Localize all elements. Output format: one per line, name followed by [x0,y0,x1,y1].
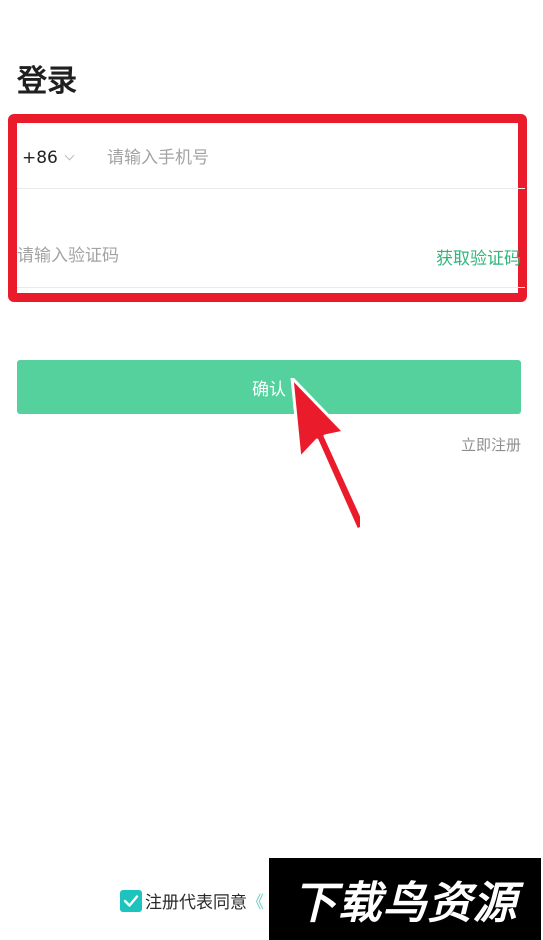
checkmark-icon [123,894,139,907]
country-code-label: +86 [22,148,58,168]
get-code-button[interactable]: 获取验证码 [436,244,521,269]
agreement-text: 注册代表同意 [145,893,247,913]
login-page: 登录 +86 获取验证码 确认 立即注册 注册代表同意 《 下载鸟资源 [0,0,543,940]
watermark-text: 下载鸟资源 [292,878,518,929]
divider [17,287,525,288]
watermark-logo: 下载鸟资源 [269,858,541,940]
code-row: 获取验证码 [17,234,525,278]
register-link[interactable]: 立即注册 [461,434,521,455]
verification-code-input[interactable] [17,241,317,271]
phone-input[interactable] [107,143,407,173]
phone-row: +86 [17,136,525,180]
divider [17,188,525,189]
country-code-selector[interactable]: +86 [22,148,107,168]
page-title: 登录 [17,64,77,99]
confirm-button[interactable]: 确认 [17,360,521,414]
annotation-arrow-icon [290,378,360,530]
agreement-checkbox[interactable] [120,889,142,912]
agreement-link[interactable]: 《 [247,888,264,913]
agreement-row: 注册代表同意 《 [120,888,264,913]
chevron-down-icon [64,150,75,161]
